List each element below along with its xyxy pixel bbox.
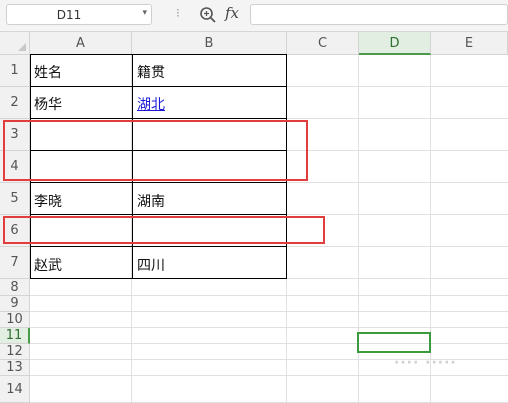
column-header-E[interactable]: E <box>431 32 508 55</box>
gridline-horizontal <box>30 295 508 296</box>
row-header-7[interactable]: 7 <box>0 247 30 279</box>
row-header-14[interactable]: 14 <box>0 376 30 403</box>
table-border-horizontal <box>30 246 287 247</box>
table-border-horizontal <box>30 214 287 215</box>
table-border-horizontal <box>30 278 287 279</box>
zoom-icon[interactable] <box>199 6 217 24</box>
table-border-horizontal <box>30 182 287 183</box>
row-header-1[interactable]: 1 <box>0 55 30 87</box>
cell-B2-link[interactable]: 湖北 <box>137 94 165 114</box>
row-header-10[interactable]: 10 <box>0 312 30 328</box>
row-header-11[interactable]: 11 <box>0 328 30 344</box>
name-box-value: D11 <box>56 8 82 22</box>
chevron-down-icon[interactable]: ▾ <box>142 8 147 18</box>
cell-B7[interactable]: 四川 <box>137 255 165 275</box>
formula-bar: D11 ▾ ⁝ fx <box>0 0 508 32</box>
cell-A5[interactable]: 李晓 <box>34 191 62 211</box>
cell-A7[interactable]: 赵武 <box>34 255 62 275</box>
select-all-corner[interactable] <box>0 32 30 55</box>
name-box[interactable]: D11 ▾ <box>6 4 152 25</box>
table-border-horizontal <box>30 86 287 87</box>
separator-icon: ⁝ <box>176 6 180 20</box>
gridline-horizontal <box>30 327 508 328</box>
fx-icon[interactable]: fx <box>225 4 239 22</box>
cell-B5[interactable]: 湖南 <box>137 191 165 211</box>
highlight-box-row-6 <box>3 216 325 244</box>
row-header-8[interactable]: 8 <box>0 279 30 296</box>
cell-B1[interactable]: 籍贯 <box>137 62 165 82</box>
column-header-A[interactable]: A <box>30 32 132 55</box>
column-header-C[interactable]: C <box>287 32 359 55</box>
row-header-2[interactable]: 2 <box>0 87 30 119</box>
table-border-horizontal <box>30 54 287 55</box>
active-cell-D11[interactable] <box>357 332 431 353</box>
column-header-D[interactable]: D <box>359 32 431 55</box>
row-header-13[interactable]: 13 <box>0 360 30 376</box>
table-border-horizontal <box>30 118 287 119</box>
column-header-B[interactable]: B <box>132 32 287 55</box>
highlight-box-rows-3-4 <box>3 120 308 181</box>
cell-A2[interactable]: 杨华 <box>34 94 62 114</box>
watermark: ···· ····· <box>394 355 457 371</box>
cell-A1[interactable]: 姓名 <box>34 62 62 82</box>
spreadsheet-grid[interactable]: ABCDE 1 2 3 4 5 6 7 8 9 10 11 12 13 14 姓名 籍贯 杨华 湖北 李晓… <box>0 32 508 403</box>
row-header-5[interactable]: 5 <box>0 183 30 215</box>
gridline-horizontal <box>30 343 508 344</box>
formula-input[interactable] <box>250 4 508 25</box>
gridline-horizontal <box>30 311 508 312</box>
row-header-12[interactable]: 12 <box>0 344 30 360</box>
row-header-9[interactable]: 9 <box>0 296 30 312</box>
